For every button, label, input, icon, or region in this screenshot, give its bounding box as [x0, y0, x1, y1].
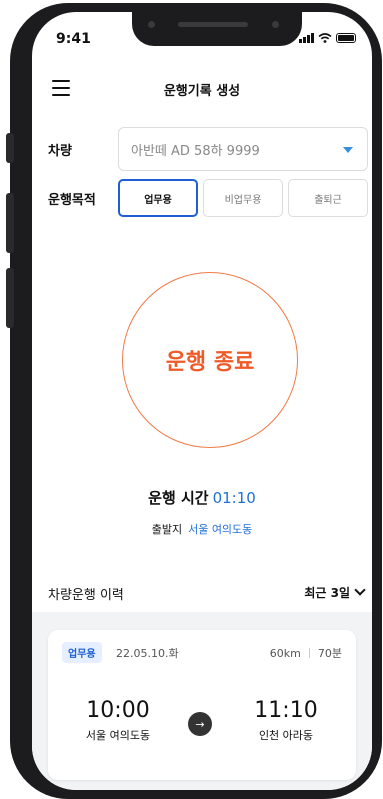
origin-value: 서울 여의도동 — [188, 523, 253, 536]
history-card[interactable]: 업무용 22.05.10.화 60km 70분 10:00 서울 여의도동 → … — [48, 630, 356, 780]
history-title: 차량운행 이력 — [48, 588, 124, 603]
vehicle-select-value: 아반떼 AD 58하 9999 — [131, 143, 260, 159]
signal-icon — [299, 33, 314, 43]
purpose-nonbusiness-button[interactable]: 비업무용 — [203, 179, 283, 217]
record-stats: 60km 70분 — [270, 645, 342, 661]
status-time: 9:41 — [56, 31, 91, 47]
purpose-nonbusiness-label: 비업무용 — [224, 194, 262, 206]
origin: 출발지 서울 여의도동 — [32, 521, 372, 537]
end-block: 11:10 인천 아라동 — [226, 698, 346, 743]
stats-divider — [308, 648, 310, 658]
vehicle-select[interactable]: 아반떼 AD 58하 9999 — [118, 127, 368, 171]
drive-time: 운행 시간 01:10 — [32, 487, 372, 508]
vehicle-label: 차량 — [48, 144, 72, 159]
record-distance: 60km — [269, 646, 301, 660]
start-place: 서울 여의도동 — [85, 729, 151, 742]
drive-time-value: 01:10 — [212, 489, 256, 507]
origin-label: 출발지 — [151, 523, 183, 536]
camera-dot — [272, 21, 279, 28]
wifi-icon — [318, 33, 332, 43]
period-selector[interactable]: 최근 3일 — [304, 584, 350, 601]
purpose-business-button[interactable]: 업무용 — [118, 179, 198, 217]
purpose-commute-label: 출퇴근 — [314, 194, 342, 206]
record-duration: 70분 — [317, 647, 342, 660]
volume-down-button — [6, 268, 14, 328]
page-title: 운행기록 생성 — [163, 84, 241, 99]
arrow-right-icon: → — [188, 712, 212, 736]
history-header: 차량운행 이력 최근 3일 — [32, 572, 372, 612]
purpose-business-label: 업무용 — [144, 194, 172, 206]
drive-time-label: 운행 시간 — [148, 489, 209, 507]
chevron-down-icon[interactable] — [354, 584, 366, 596]
screen: 9:41 운행기록 생성 차량 아반떼 AD 58하 9999 운행목적 업무용… — [32, 12, 372, 790]
caret-down-icon — [343, 147, 353, 153]
sensor-dot — [148, 21, 155, 28]
speaker — [178, 22, 248, 27]
purpose-badge: 업무용 — [62, 642, 102, 663]
end-place: 인천 아라동 — [258, 729, 314, 742]
start-block: 10:00 서울 여의도동 — [58, 698, 178, 743]
purpose-label: 운행목적 — [48, 193, 96, 208]
end-time: 11:10 — [254, 698, 318, 723]
volume-up-button — [6, 193, 14, 253]
status-icons — [299, 33, 356, 43]
start-time: 10:00 — [86, 698, 150, 723]
end-drive-button[interactable]: 운행 종료 — [122, 272, 298, 448]
notch — [132, 12, 302, 46]
battery-icon — [336, 33, 356, 43]
end-drive-label: 운행 종료 — [165, 350, 255, 375]
header: 운행기록 생성 — [32, 74, 372, 108]
mute-switch — [6, 133, 14, 163]
purpose-commute-button[interactable]: 출퇴근 — [288, 179, 368, 217]
record-date: 22.05.10.화 — [116, 647, 179, 660]
